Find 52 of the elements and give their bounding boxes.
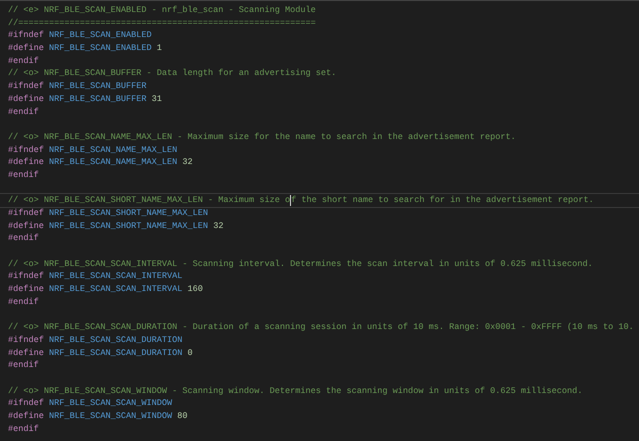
preprocessor-keyword: #ifndef (8, 334, 44, 345)
code-comment: // <e> NRF_BLE_SCAN_ENABLED - nrf_ble_scan - Scanning Module (8, 5, 316, 15)
code-comment: // <o> NRF_BLE_SCAN_NAME_MAX_LEN - Maximum size for the name to search in the advertisement report. (8, 132, 516, 142)
macro-name: NRF_BLE_SCAN_SHORT_NAME_MAX_LEN (49, 220, 208, 231)
preprocessor-keyword: #ifndef (8, 398, 44, 408)
macro-name: NRF_BLE_SCAN_BUFFER (49, 81, 146, 92)
macro-name: NRF_BLE_SCAN_SCAN_INTERVAL (49, 271, 182, 282)
macro-name: NRF_BLE_SCAN_SCAN_WINDOW (49, 398, 172, 408)
preprocessor-keyword: #define (8, 220, 44, 231)
macro-name: NRF_BLE_SCAN_NAME_MAX_LEN (49, 157, 178, 168)
preprocessor-keyword: #define (8, 43, 44, 54)
macro-value: 0 (188, 348, 193, 358)
code-comment: // <o> NRF_BLE_SCAN_SCAN_WINDOW - Scanning window. Determines the scanning window in units of 0.625 millisecond. (8, 386, 582, 396)
preprocessor-keyword: #endif (8, 106, 39, 116)
macro-value: 1 (156, 43, 162, 54)
preprocessor-keyword: #endif (8, 170, 39, 180)
macro-name: NRF_BLE_SCAN_BUFFER (49, 94, 146, 104)
preprocessor-keyword: #endif (8, 424, 39, 434)
macro-name: NRF_BLE_SCAN_SCAN_INTERVAL (49, 284, 182, 294)
macro-name: NRF_BLE_SCAN_SCAN_WINDOW (49, 411, 172, 421)
macro-value: 80 (177, 411, 188, 421)
macro-value: 160 (188, 284, 203, 294)
preprocessor-keyword: #define (8, 157, 44, 168)
macro-name: NRF_BLE_SCAN_SCAN_DURATION (49, 348, 182, 358)
preprocessor-keyword: #endif (8, 296, 39, 307)
macro-value: 31 (152, 94, 162, 104)
preprocessor-keyword: #ifndef (8, 271, 44, 282)
preprocessor-keyword: #ifndef (8, 30, 44, 40)
preprocessor-keyword: #define (8, 94, 44, 104)
preprocessor-keyword: #ifndef (8, 144, 44, 155)
macro-value: 32 (182, 157, 193, 168)
code-comment: // <o> NRF_BLE_SCAN_SCAN_INTERVAL - Scanning interval. Determines the scan interval in units of 0.625 millisecond. (8, 258, 593, 269)
preprocessor-keyword: #endif (8, 360, 39, 370)
preprocessor-keyword: #ifndef (8, 208, 44, 218)
macro-name: NRF_BLE_SCAN_ENABLED (49, 43, 152, 54)
code-comment: //========================================================== (8, 18, 316, 28)
preprocessor-keyword: #define (8, 348, 44, 358)
text-cursor (290, 195, 292, 206)
preprocessor-keyword: #endif (8, 233, 39, 244)
macro-name: NRF_BLE_SCAN_SHORT_NAME_MAX_LEN (49, 208, 208, 218)
code-comment: f the short name to search for in the advertisement report. (291, 195, 594, 206)
code-comment: // <o> NRF_BLE_SCAN_BUFFER - Data length for an advertising set. (8, 68, 336, 78)
preprocessor-keyword: #define (8, 284, 44, 294)
code-comment: // <o> NRF_BLE_SCAN_SCAN_DURATION - Duration of a scanning session in units of 10 ms. Range: 0x0001 - 0xFFFF (10 ms to 10. (8, 322, 634, 332)
preprocessor-keyword: #ifndef (8, 81, 44, 92)
macro-name: NRF_BLE_SCAN_ENABLED (49, 30, 152, 40)
code-comment: // <o> NRF_BLE_SCAN_SHORT_NAME_MAX_LEN - Maximum size o (8, 195, 290, 206)
macro-name: NRF_BLE_SCAN_SCAN_DURATION (49, 334, 182, 345)
macro-value: 32 (213, 220, 224, 231)
preprocessor-keyword: #define (8, 411, 44, 421)
macro-name: NRF_BLE_SCAN_NAME_MAX_LEN (49, 144, 178, 155)
preprocessor-keyword: #endif (8, 56, 39, 66)
